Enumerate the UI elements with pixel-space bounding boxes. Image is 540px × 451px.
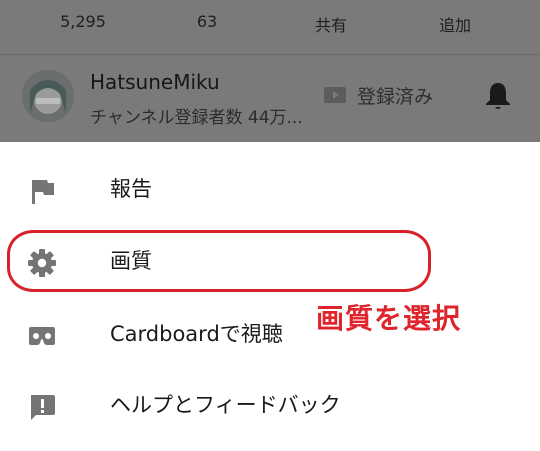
menu-item-help-feedback[interactable]: ヘルプとフィードバック [0, 368, 540, 440]
menu-item-report[interactable]: 報告 [0, 152, 540, 224]
subscribed-button: 登録済み [323, 80, 433, 110]
menu-item-label: Cardboardで視聴 [110, 322, 283, 346]
like-count: 5,295 [60, 12, 106, 31]
flag-icon [27, 176, 57, 206]
subscribed-label: 登録済み [357, 85, 434, 108]
dislike-count: 63 [196, 12, 218, 31]
video-actions-row: 5,295 63 共有 追加 [0, 0, 540, 54]
add-to-playlist-label: 追加 [438, 16, 471, 35]
highlight-outline [7, 230, 431, 292]
channel-avatar [22, 70, 74, 122]
youtube-subscriptions-icon [324, 87, 346, 103]
channel-name: HatsuneMiku [90, 70, 220, 94]
subscriber-count: チャンネル登録者数 44万... [90, 108, 303, 128]
cardboard-icon [27, 321, 57, 351]
menu-item-label: 報告 [110, 177, 152, 201]
share-button-label: 共有 [314, 16, 347, 35]
annotation-label: 画質を選択 [316, 302, 462, 335]
menu-item-label: ヘルプとフィードバック [110, 393, 341, 417]
channel-row: HatsuneMiku チャンネル登録者数 44万... 登録済み [0, 55, 540, 142]
dimmed-video-page: 5,295 63 共有 追加 HatsuneMiku チャンネル登録者数 44万… [0, 0, 540, 142]
feedback-icon [27, 392, 57, 422]
notification-bell-icon [484, 81, 512, 111]
